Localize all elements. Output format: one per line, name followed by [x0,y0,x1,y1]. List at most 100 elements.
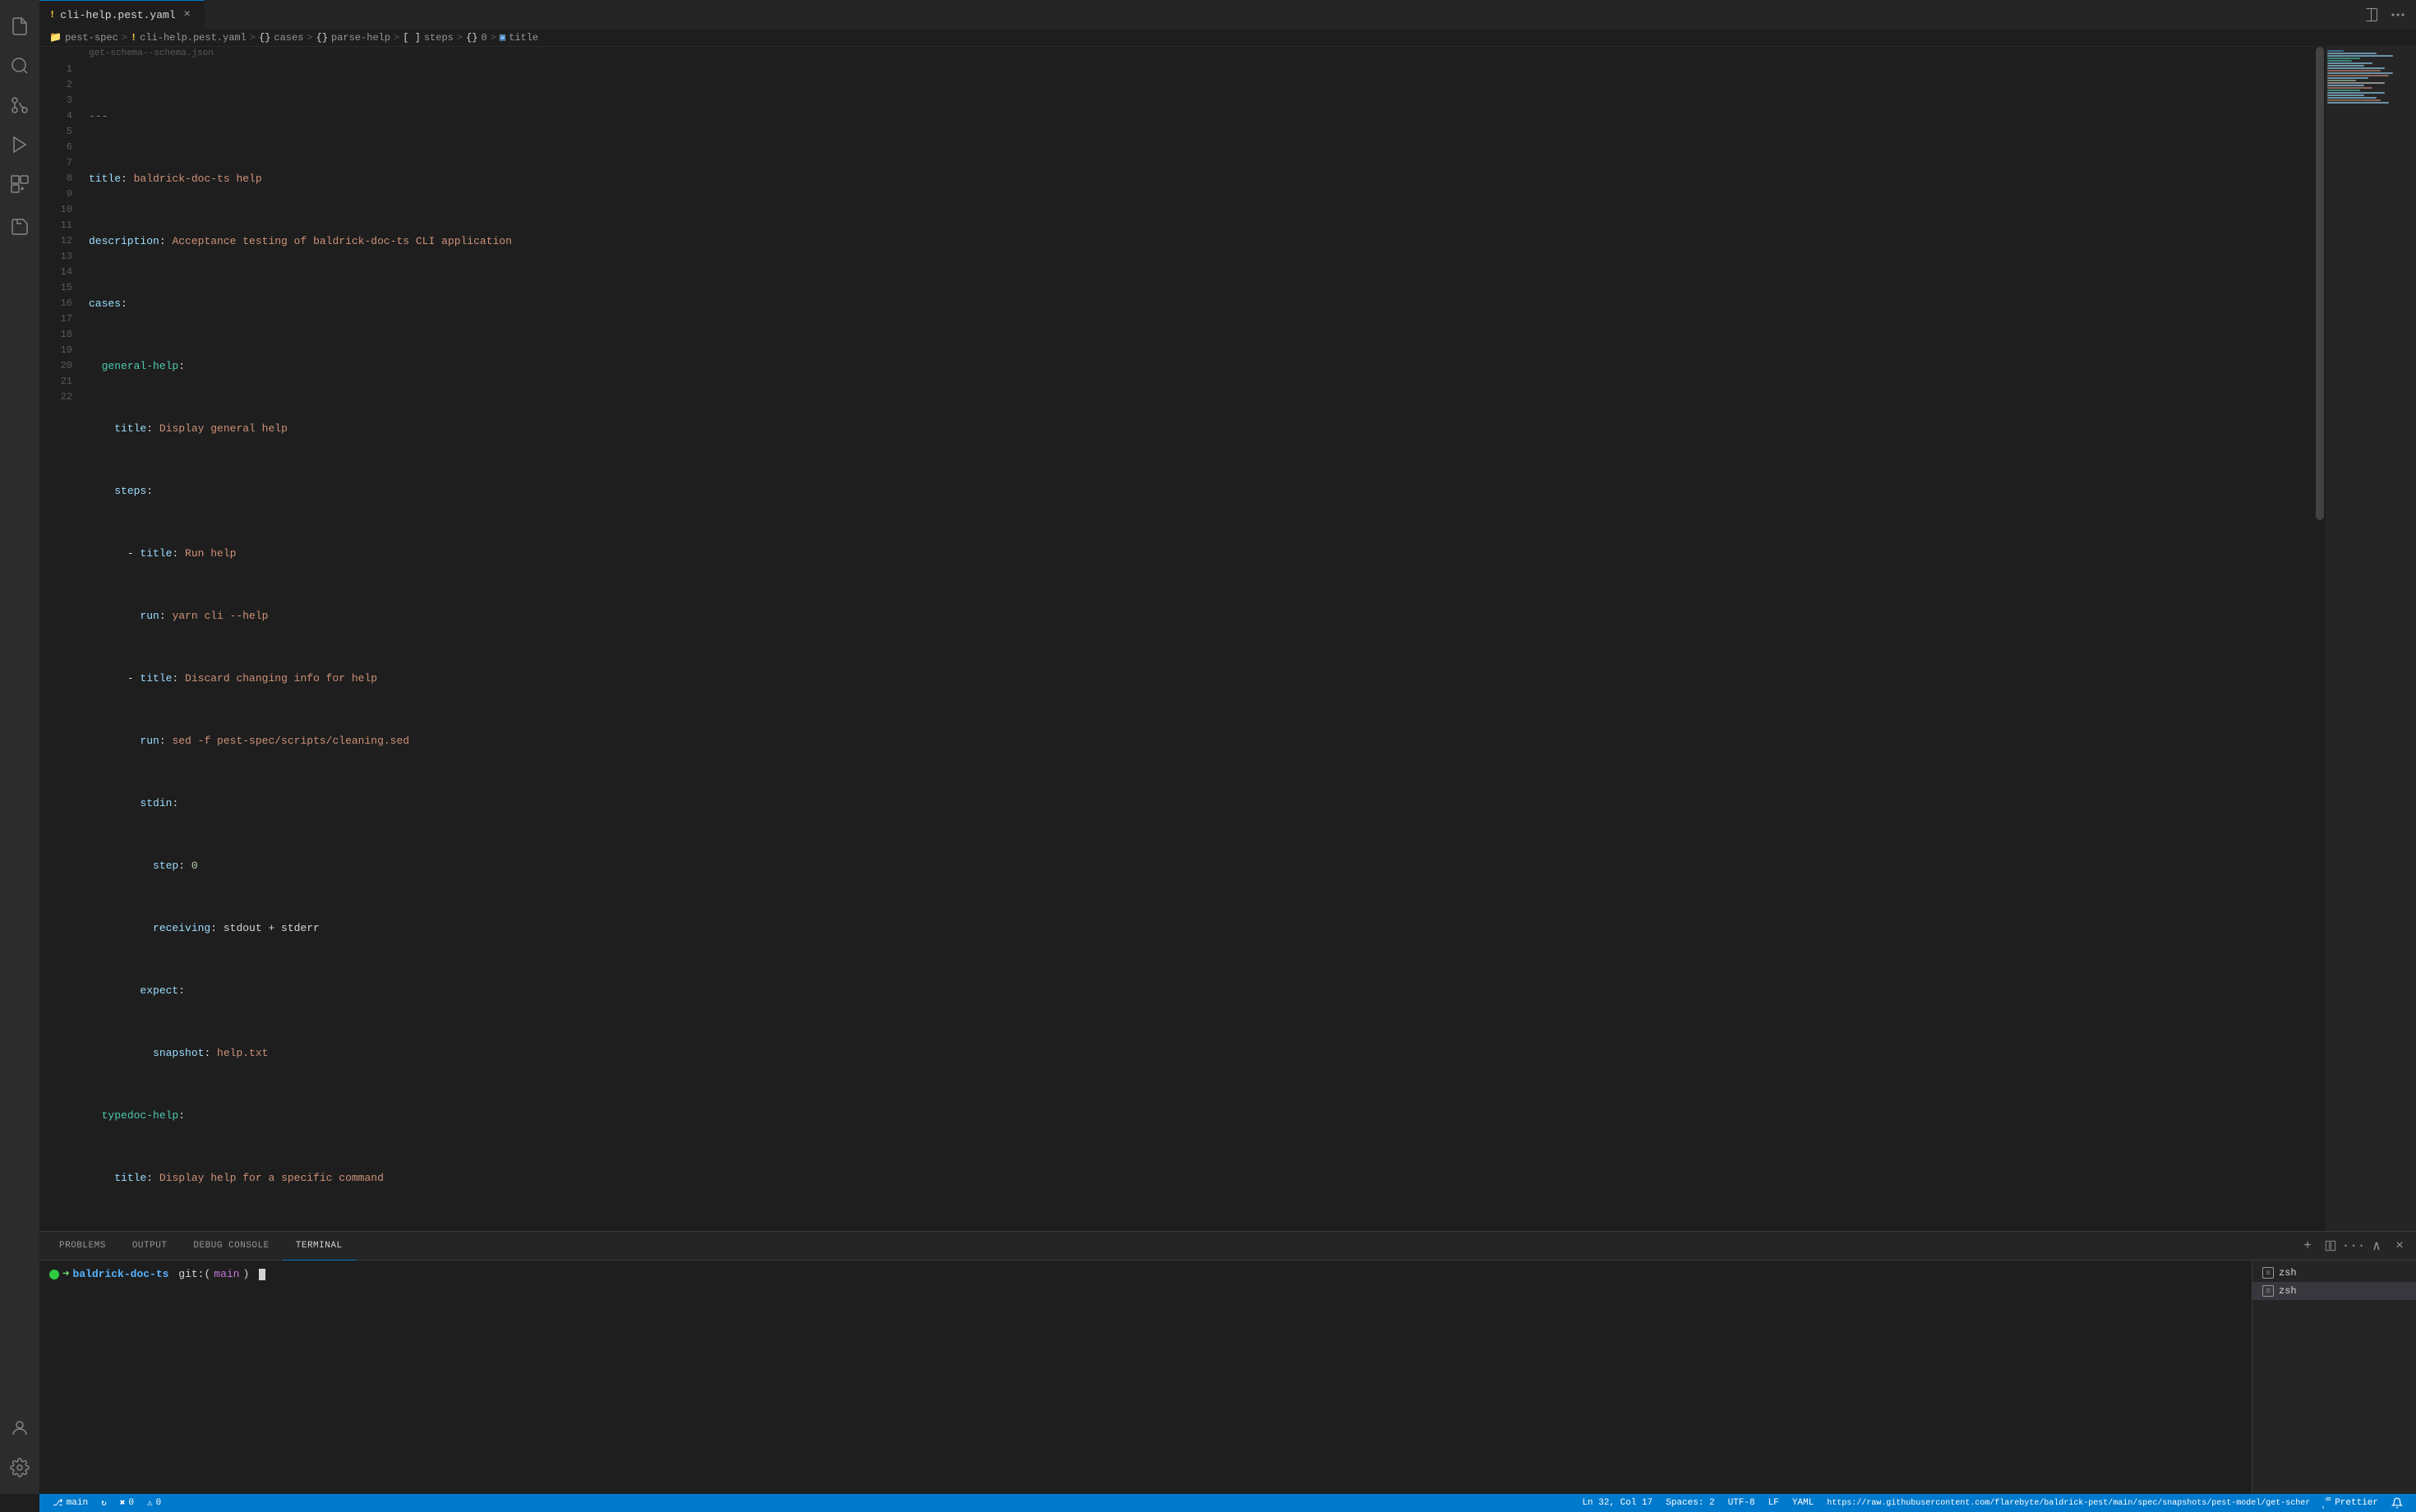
line-num-9: 9 [39,187,72,202]
activity-bar-source-control[interactable] [0,85,39,125]
status-branch-item[interactable]: ⎇ main [46,1494,95,1512]
tab-cli-help[interactable]: ! cli-help.pest.yaml × [39,0,205,29]
code-line-10: - title: Discard changing info for help [89,671,2416,686]
panel-add-terminal-button[interactable]: + [2298,1236,2317,1256]
breadcrumb-sep-2: > [250,32,256,44]
editor-scroll[interactable]: 1 2 3 4 5 6 7 8 9 10 11 12 13 14 15 16 1… [39,62,2416,1231]
editor-scrollbar[interactable] [2314,47,2326,1231]
context-menu-label: get-schema--schema.json [89,48,214,58]
status-sync-item[interactable]: ↻ [95,1494,113,1512]
panel-more-button[interactable]: ··· [2344,1236,2363,1256]
breadcrumb-cases-label: cases [274,32,303,44]
panel-close-button[interactable]: × [2390,1236,2409,1256]
activity-bar-test[interactable] [0,207,39,247]
terminal-instance-label-2: zsh [2279,1285,2297,1297]
panel-collapse-button[interactable]: ∧ [2367,1236,2386,1256]
code-line-3: description: Acceptance testing of baldr… [89,233,2416,249]
status-warnings-item[interactable]: ⚠ 0 [141,1494,168,1512]
breadcrumb: 📁 pest-spec > ! cli-help.pest.yaml > {} … [39,29,2416,47]
terminal-arrow-icon: ➜ [62,1267,69,1281]
status-language-item[interactable]: YAML [1786,1494,1820,1512]
panel-tab-problems[interactable]: PROBLEMS [46,1232,119,1261]
code-line-5: general-help: [89,358,2416,374]
code-line-6: title: Display general help [89,421,2416,436]
status-position-label: Ln 32, Col 17 [1582,1498,1653,1508]
breadcrumb-braces-icon-3: {} [466,32,477,44]
activity-bar-explorer[interactable] [0,7,39,46]
breadcrumb-parse-help-label: parse-help [331,32,390,44]
status-branch-icon: ⎇ [53,1497,63,1509]
breadcrumb-steps[interactable]: [ ] steps [403,32,454,44]
panel-tab-output[interactable]: OUTPUT [119,1232,181,1261]
status-errors-item[interactable]: ✖ 0 [113,1494,141,1512]
tab-close-button[interactable]: × [181,8,194,21]
activity-bar-extensions[interactable] [0,164,39,204]
status-notifications-item[interactable] [2385,1494,2409,1512]
code-line-11: run: sed -f pest-spec/scripts/cleaning.s… [89,733,2416,749]
status-encoding-label: UTF-8 [1728,1498,1755,1508]
status-line-ending-label: LF [1768,1498,1779,1508]
code-line-9: run: yarn cli --help [89,608,2416,624]
terminal-content[interactable]: ➜ baldrick-doc-ts git:(main) [39,1261,2252,1494]
breadcrumb-pest-spec[interactable]: 📁 pest-spec [49,31,118,44]
breadcrumb-title-label: title [509,32,538,44]
code-line-18: title: Display help for a specific comma… [89,1170,2416,1186]
breadcrumb-pest-spec-label: pest-spec [65,32,118,44]
panel-tab-terminal[interactable]: TERMINAL [283,1232,356,1261]
status-bar-left: ⎇ main ↻ ✖ 0 ⚠ 0 [46,1494,168,1512]
status-encoding-item[interactable]: UTF-8 [1722,1494,1762,1512]
breadcrumb-zero-label: 0 [481,32,486,44]
breadcrumb-title[interactable]: ▣ title [500,31,538,44]
panel-area: PROBLEMS OUTPUT DEBUG CONSOLE TERMINAL +… [39,1231,2416,1494]
terminal-instance-zsh-1[interactable]: ⊡ zsh [2252,1264,2416,1282]
activity-bar [0,0,39,1494]
status-prettier-item[interactable]: Prettier [2313,1494,2385,1512]
breadcrumb-parse-help[interactable]: {} parse-help [316,32,390,44]
line-num-19: 19 [39,343,72,358]
breadcrumb-zero[interactable]: {} 0 [466,32,487,44]
line-num-3: 3 [39,93,72,108]
breadcrumb-sep-6: > [491,32,496,44]
status-url-item[interactable]: https://raw.githubusercontent.com/flareb… [1820,1494,2313,1512]
split-editor-button[interactable] [2360,3,2383,26]
code-line-1: --- [89,108,2416,124]
activity-bar-search[interactable] [0,46,39,85]
code-editor[interactable]: --- title: baldrick-doc-ts help descript… [82,62,2416,1231]
terminal-prompt: ➜ baldrick-doc-ts git:(main) [49,1267,2242,1281]
line-num-11: 11 [39,218,72,233]
code-line-15: expect: [89,983,2416,998]
breadcrumb-cli-help-file[interactable]: ! cli-help.pest.yaml [131,32,247,44]
line-num-2: 2 [39,77,72,93]
terminal-git-close: ) [243,1268,256,1280]
line-num-16: 16 [39,296,72,311]
code-line-16: snapshot: help.txt [89,1045,2416,1061]
line-num-21: 21 [39,374,72,390]
tab-label: cli-help.pest.yaml [60,9,175,21]
line-num-4: 4 [39,108,72,124]
panel-tab-debug-console[interactable]: DEBUG CONSOLE [180,1232,282,1261]
panel-actions: + ··· ∧ × [2298,1236,2416,1256]
terminal-instance-zsh-2[interactable]: ⊡ zsh [2252,1282,2416,1300]
line-num-8: 8 [39,171,72,187]
breadcrumb-cases[interactable]: {} cases [259,32,303,44]
tab-actions [2360,0,2416,29]
status-line-ending-item[interactable]: LF [1762,1494,1786,1512]
pest-icon: ! [49,9,55,21]
panel-split-button[interactable] [2321,1236,2340,1256]
status-spaces-item[interactable]: Spaces: 2 [1659,1494,1721,1512]
breadcrumb-steps-label: steps [424,32,454,44]
breadcrumb-sep-4: > [394,32,399,44]
editor-scroll-thumb[interactable] [2316,47,2324,520]
status-language-label: YAML [1792,1498,1814,1508]
status-position-item[interactable]: Ln 32, Col 17 [1575,1494,1659,1512]
line-num-22: 22 [39,390,72,405]
code-line-17: typedoc-help: [89,1108,2416,1123]
more-actions-button[interactable] [2386,3,2409,26]
line-num-14: 14 [39,265,72,280]
code-line-7: steps: [89,483,2416,499]
breadcrumb-sep-3: > [307,32,312,44]
activity-bar-account[interactable] [0,1408,39,1448]
activity-bar-run-debug[interactable] [0,125,39,164]
activity-bar-settings[interactable] [0,1448,39,1487]
panel-tab-debug-label: DEBUG CONSOLE [193,1241,269,1251]
